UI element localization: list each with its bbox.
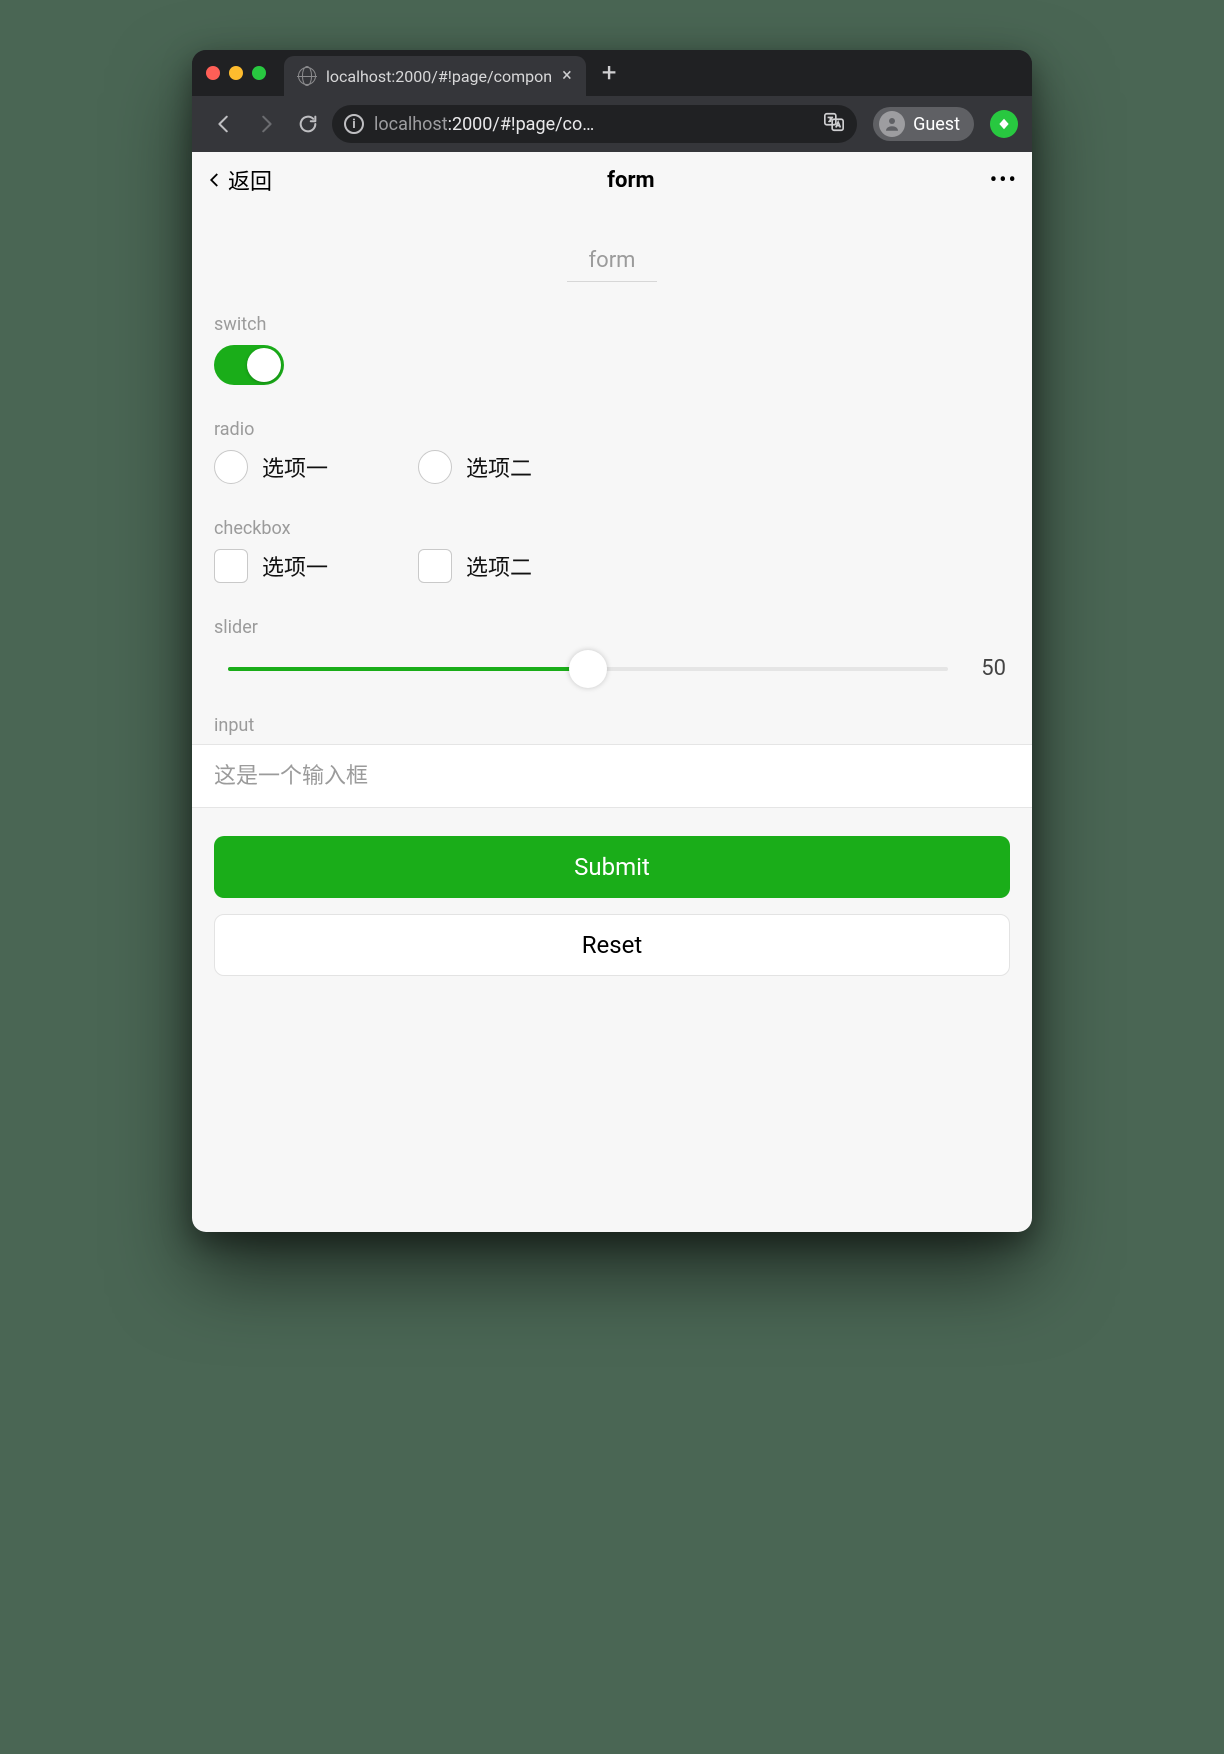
browser-tab[interactable]: localhost:2000/#!page/compon × xyxy=(284,56,586,96)
page-viewport: 返回 form ••• form switch radio 选项一 选项二 xyxy=(192,152,1032,1232)
switch-toggle[interactable] xyxy=(214,345,284,385)
input-section: input xyxy=(192,693,1032,808)
maximize-window-button[interactable] xyxy=(252,66,266,80)
more-button[interactable]: ••• xyxy=(990,168,1018,193)
url-host: localhost xyxy=(374,114,448,135)
slider-label: slider xyxy=(214,617,1010,638)
page-heading-text: form xyxy=(567,248,657,282)
browser-toolbar: i localhost:2000/#!page/co… Guest xyxy=(192,96,1032,152)
address-bar[interactable]: i localhost:2000/#!page/co… xyxy=(332,105,857,143)
checkbox-option-label: 选项二 xyxy=(466,550,532,582)
checkbox-option-1[interactable]: 选项一 xyxy=(214,549,328,583)
checkbox-label: checkbox xyxy=(214,518,1010,539)
browser-window: localhost:2000/#!page/compon × + i local… xyxy=(192,50,1032,1232)
page-title: form xyxy=(607,168,654,193)
radio-option-1[interactable]: 选项一 xyxy=(214,450,328,484)
avatar-icon xyxy=(879,111,905,137)
extension-badge[interactable] xyxy=(990,110,1018,138)
reset-button-label: Reset xyxy=(582,931,642,959)
url-path: :2000/#!page/co… xyxy=(448,114,595,135)
switch-section: switch xyxy=(192,292,1032,397)
submit-button[interactable]: Submit xyxy=(214,836,1010,898)
site-info-icon[interactable]: i xyxy=(344,114,364,134)
radio-section: radio 选项一 选项二 xyxy=(192,397,1032,496)
slider-value: 50 xyxy=(966,656,1006,681)
text-input[interactable] xyxy=(214,763,1010,789)
checkbox-option-label: 选项一 xyxy=(262,550,328,582)
nav-forward-button[interactable] xyxy=(248,106,284,142)
back-button[interactable]: 返回 xyxy=(206,164,272,196)
close-window-button[interactable] xyxy=(206,66,220,80)
profile-chip[interactable]: Guest xyxy=(873,107,974,141)
minimize-window-button[interactable] xyxy=(229,66,243,80)
new-tab-button[interactable]: + xyxy=(586,58,633,88)
radio-option-label: 选项一 xyxy=(262,451,328,483)
window-controls xyxy=(206,66,266,80)
app-header: 返回 form ••• xyxy=(192,152,1032,208)
checkbox-icon xyxy=(418,549,452,583)
profile-label: Guest xyxy=(913,114,960,135)
reset-button[interactable]: Reset xyxy=(214,914,1010,976)
translate-icon[interactable] xyxy=(823,111,845,138)
globe-icon xyxy=(298,67,316,85)
back-label: 返回 xyxy=(228,164,272,196)
slider-track[interactable] xyxy=(228,667,948,671)
tab-title: localhost:2000/#!page/compon xyxy=(326,67,552,86)
slider-section: slider 50 xyxy=(192,595,1032,693)
page-heading: form xyxy=(192,208,1032,292)
radio-option-label: 选项二 xyxy=(466,451,532,483)
checkbox-icon xyxy=(214,549,248,583)
chevron-left-icon xyxy=(206,171,224,189)
radio-icon xyxy=(418,450,452,484)
submit-button-label: Submit xyxy=(574,853,650,881)
url-text: localhost:2000/#!page/co… xyxy=(374,114,594,135)
radio-label: radio xyxy=(214,419,1010,440)
button-area: Submit Reset xyxy=(192,808,1032,976)
slider-thumb[interactable] xyxy=(569,650,607,688)
nav-back-button[interactable] xyxy=(206,106,242,142)
tab-strip: localhost:2000/#!page/compon × + xyxy=(192,50,1032,96)
input-label: input xyxy=(192,715,1032,744)
close-tab-icon[interactable]: × xyxy=(562,67,572,85)
radio-option-2[interactable]: 选项二 xyxy=(418,450,532,484)
checkbox-option-2[interactable]: 选项二 xyxy=(418,549,532,583)
checkbox-section: checkbox 选项一 选项二 xyxy=(192,496,1032,595)
reload-button[interactable] xyxy=(290,106,326,142)
switch-label: switch xyxy=(214,314,1010,335)
slider-fill xyxy=(228,667,588,671)
radio-icon xyxy=(214,450,248,484)
